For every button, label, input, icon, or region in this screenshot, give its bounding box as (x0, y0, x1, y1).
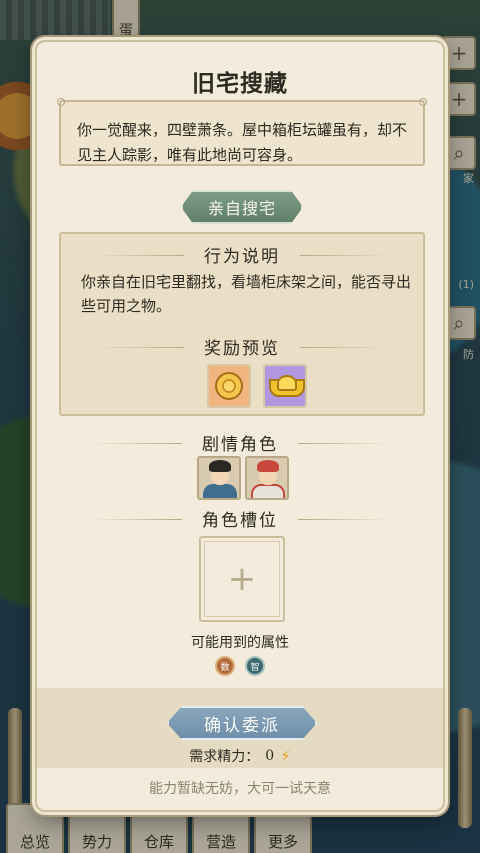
role-slot-heading: 角色槽位 (37, 506, 443, 531)
character-card-scholar[interactable] (197, 456, 241, 500)
divider-right (300, 346, 392, 348)
footer-tip: 能力暂缺无妨，大可一试天意 (149, 781, 331, 797)
divider-left (90, 518, 182, 520)
task-dialog: 旧宅搜藏 你一觉醒来，四壁萧条。屋中箱柜坛罐虽有，却不见主人踪影，唯有此地尚可容… (35, 40, 445, 812)
attribute-icons: 数 智 (37, 656, 443, 676)
coin-icon (215, 372, 243, 400)
robe (251, 484, 285, 498)
scholar-portrait (199, 458, 239, 498)
reward-heading-text: 奖励预览 (204, 339, 280, 359)
attributes-label: 可能用到的属性 (191, 635, 289, 651)
attr-icon[interactable]: 数 (215, 656, 235, 676)
energy-value: 0 (265, 748, 275, 764)
role-slot-add-button[interactable]: + (199, 536, 285, 622)
behavior-heading: 行为说明 (61, 242, 423, 267)
divider-left (92, 346, 184, 348)
intro-text: 你一觉醒来，四壁萧条。屋中箱柜坛罐虽有，却不见主人踪影，唯有此地尚可容身。 (57, 98, 427, 166)
behavior-description: 你亲自在旧宅里翻找，看墙柜床架之间，能否寻出些可用之物。 (81, 273, 412, 315)
story-role-heading-text: 剧情角色 (202, 435, 278, 455)
story-role-heading: 剧情角色 (37, 430, 443, 455)
divider-left (92, 254, 184, 256)
behavior-panel: 行为说明 你亲自在旧宅里翻找，看墙柜床架之间，能否寻出些可用之物。 奖励预览 (59, 232, 425, 416)
attr-icon[interactable]: 智 (245, 656, 265, 676)
divider-right (298, 518, 390, 520)
divider-right (298, 442, 390, 444)
divider-left (90, 442, 182, 444)
behavior-heading-text: 行为说明 (204, 247, 280, 267)
lightning-icon: ⚡ (280, 747, 291, 765)
dialog-title: 旧宅搜藏 (192, 70, 288, 97)
plus-icon: + (227, 559, 257, 599)
gold-ingot-icon (269, 375, 305, 397)
character-card-lady[interactable] (245, 456, 289, 500)
reward-heading: 奖励预览 (61, 334, 423, 359)
reward-coin[interactable] (207, 364, 251, 408)
confirm-assign-button[interactable]: 确认委派 (167, 706, 317, 740)
divider-right (300, 254, 392, 256)
hair (209, 460, 231, 472)
energy-requirement: 需求精力： 0 ⚡ (37, 746, 443, 766)
lady-portrait (247, 458, 287, 498)
reward-gold-ingot[interactable] (263, 364, 307, 408)
energy-label: 需求精力： (189, 749, 260, 765)
role-slot-heading-text: 角色槽位 (202, 511, 278, 531)
action-tag: 亲自搜宅 (181, 190, 303, 224)
robe (203, 484, 237, 498)
hair (257, 460, 279, 472)
